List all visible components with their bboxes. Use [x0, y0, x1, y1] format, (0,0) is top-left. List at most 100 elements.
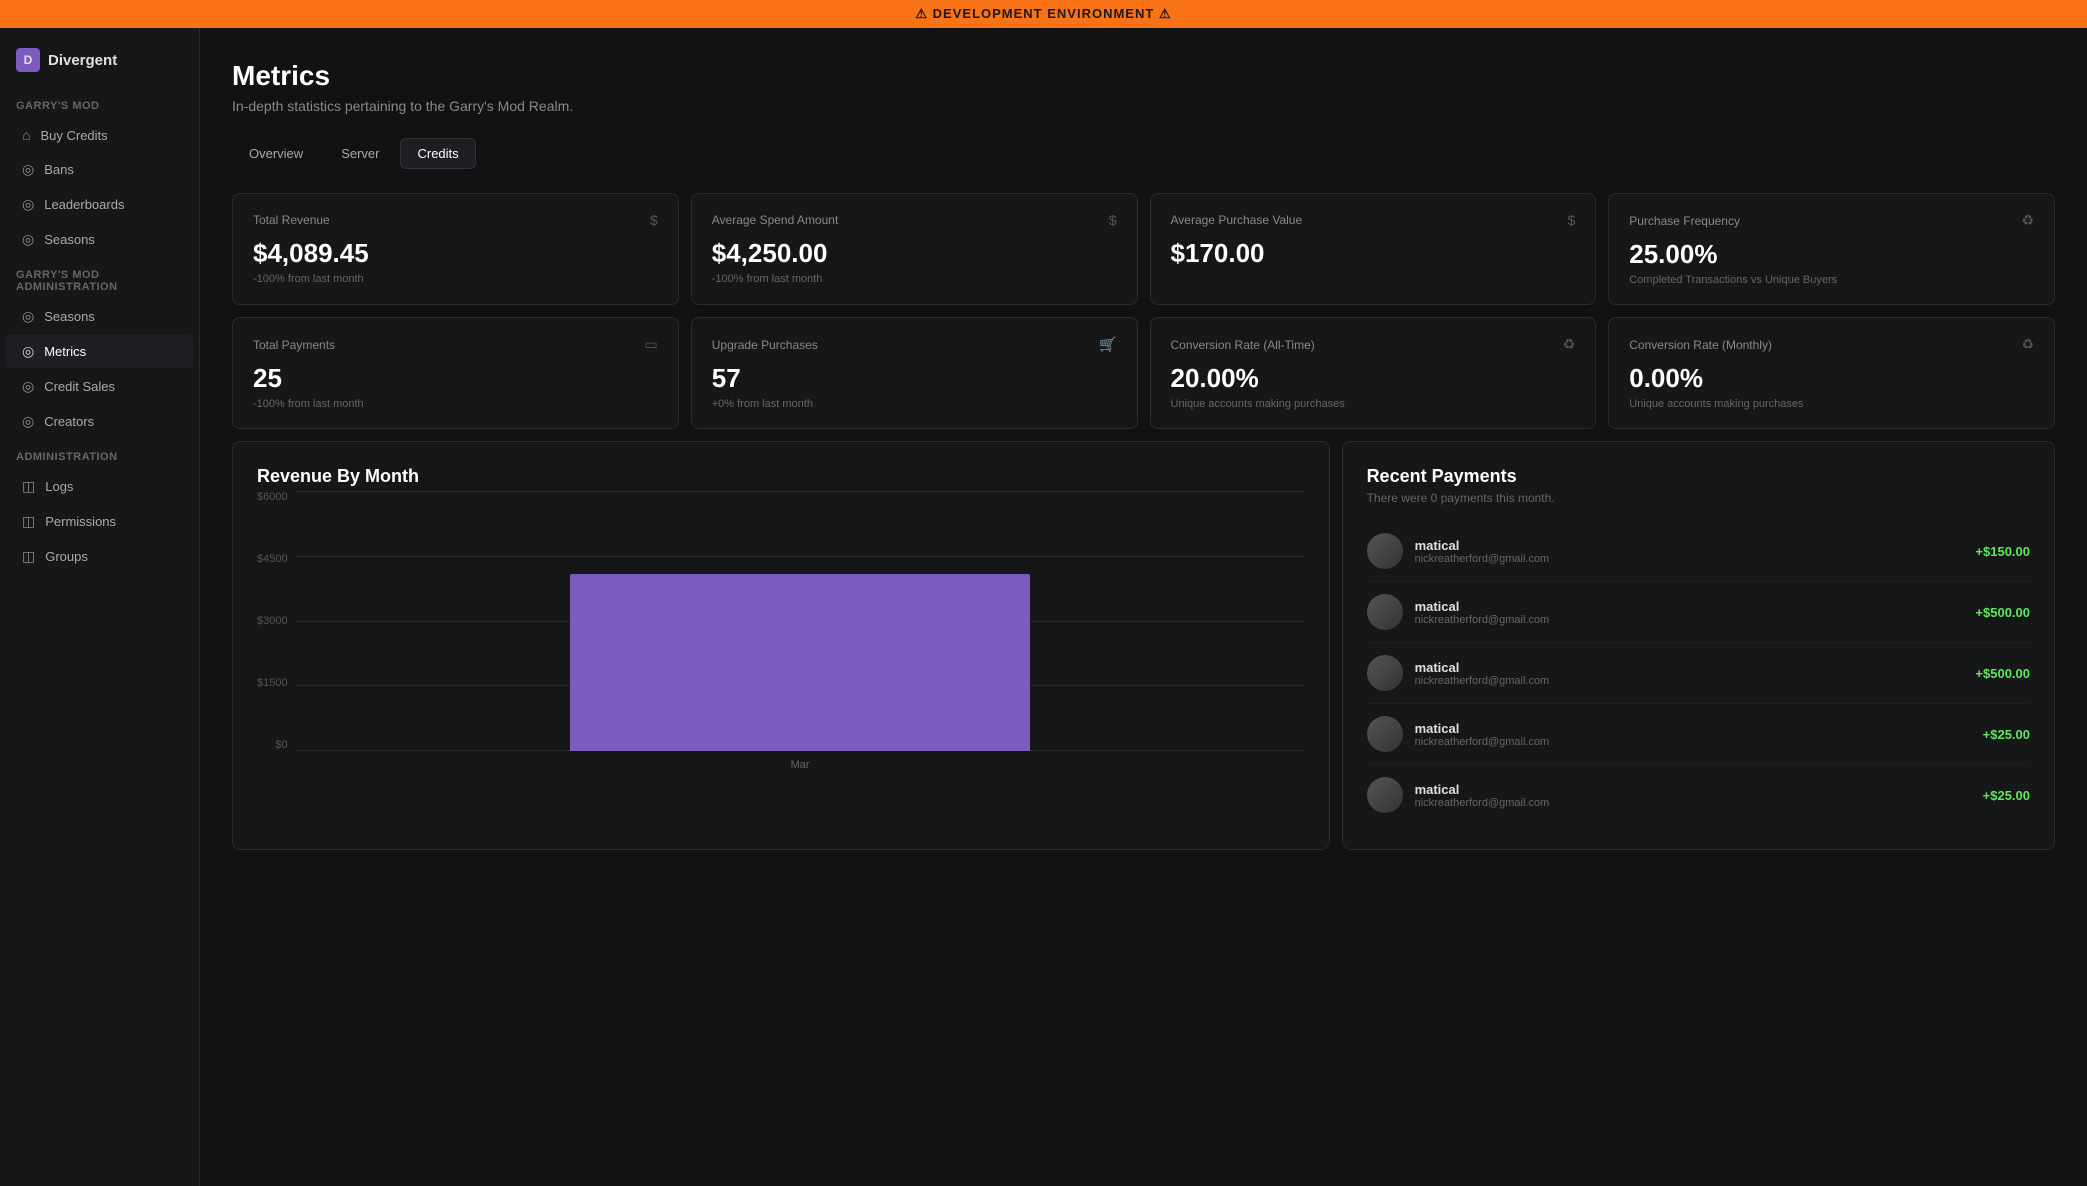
stat-label-upgrade-purchases: Upgrade Purchases	[712, 338, 818, 352]
stats-row-1: Total Revenue $ $4,089.45 -100% from las…	[232, 193, 2055, 305]
stat-total-payments: Total Payments ▭ 25 -100% from last mont…	[232, 317, 679, 429]
sidebar-label-creators: Creators	[44, 414, 94, 429]
sidebar-label-bans: Bans	[44, 162, 74, 177]
payment-item-1: matical nickreatherford@gmail.com +$150.…	[1367, 521, 2030, 582]
avatar-2	[1367, 594, 1403, 630]
stat-change-upgrade-purchases: +0% from last month	[712, 398, 1117, 410]
dollar-icon-1: $	[650, 212, 658, 228]
payment-email-3: nickreatherford@gmail.com	[1415, 675, 1964, 687]
payment-name-4: matical	[1415, 721, 1971, 736]
y-label-0: $0	[257, 739, 288, 751]
stat-label-total-payments: Total Payments	[253, 338, 335, 352]
sidebar-item-buy-credits[interactable]: ⌂ Buy Credits	[6, 119, 193, 151]
groups-icon: ◫	[22, 548, 35, 565]
avatar-3	[1367, 655, 1403, 691]
creators-icon: ◎	[22, 413, 34, 430]
banner-text: ⚠ DEVELOPMENT ENVIRONMENT ⚠	[915, 6, 1171, 22]
cart-icon: 🛒	[1099, 336, 1116, 353]
stat-value-upgrade-purchases: 57	[712, 363, 1117, 394]
payment-info-1: matical nickreatherford@gmail.com	[1415, 538, 1964, 565]
payment-name-1: matical	[1415, 538, 1964, 553]
stat-label-purchase-freq: Purchase Frequency	[1629, 214, 1740, 228]
stat-change-total-payments: -100% from last month	[253, 398, 658, 410]
avatar-5	[1367, 777, 1403, 813]
dev-banner: ⚠ DEVELOPMENT ENVIRONMENT ⚠	[0, 0, 2087, 28]
stat-change-total-revenue: -100% from last month	[253, 273, 658, 285]
payment-email-4: nickreatherford@gmail.com	[1415, 736, 1971, 748]
tab-server[interactable]: Server	[324, 138, 396, 169]
stat-purchase-freq: Purchase Frequency ♻ 25.00% Completed Tr…	[1608, 193, 2055, 305]
brand-label: Divergent	[48, 52, 117, 69]
sidebar-label-credit-sales: Credit Sales	[44, 379, 115, 394]
stat-note-conversion-alltime: Unique accounts making purchases	[1171, 398, 1576, 410]
payments-panel: Recent Payments There were 0 payments th…	[1342, 441, 2055, 850]
payment-item-2: matical nickreatherford@gmail.com +$500.…	[1367, 582, 2030, 643]
sidebar-item-bans[interactable]: ◎ Bans	[6, 153, 193, 186]
stat-total-revenue: Total Revenue $ $4,089.45 -100% from las…	[232, 193, 679, 305]
payment-email-1: nickreatherford@gmail.com	[1415, 553, 1964, 565]
stat-conversion-monthly: Conversion Rate (Monthly) ♻ 0.00% Unique…	[1608, 317, 2055, 429]
payment-item-5: matical nickreatherford@gmail.com +$25.0…	[1367, 765, 2030, 825]
payment-info-4: matical nickreatherford@gmail.com	[1415, 721, 1971, 748]
chart-area: $6000 $4500 $3000 $1500 $0	[257, 491, 1305, 771]
stat-label-conversion-monthly: Conversion Rate (Monthly)	[1629, 338, 1772, 352]
sidebar-item-credit-sales[interactable]: ◎ Credit Sales	[6, 370, 193, 403]
chart-bars-area: Mar	[296, 491, 1305, 771]
bar-mar	[570, 574, 1030, 751]
y-label-3000: $3000	[257, 615, 288, 627]
stat-value-total-payments: 25	[253, 363, 658, 394]
payments-subtitle: There were 0 payments this month.	[1367, 491, 2030, 505]
sidebar-item-groups[interactable]: ◫ Groups	[6, 540, 193, 573]
payment-amount-5: +$25.00	[1983, 788, 2030, 803]
sidebar-item-permissions[interactable]: ◫ Permissions	[6, 505, 193, 538]
seasons-icon: ◎	[22, 231, 34, 248]
payment-amount-1: +$150.00	[1975, 544, 2030, 559]
payment-info-2: matical nickreatherford@gmail.com	[1415, 599, 1964, 626]
sidebar-item-gm-seasons[interactable]: ◎ Seasons	[6, 300, 193, 333]
payment-name-2: matical	[1415, 599, 1964, 614]
sidebar-item-creators[interactable]: ◎ Creators	[6, 405, 193, 438]
stat-note-conversion-monthly: Unique accounts making purchases	[1629, 398, 2034, 410]
section-label-garrysmod: Garry's Mod	[0, 88, 199, 118]
payment-name-3: matical	[1415, 660, 1964, 675]
stat-label-conversion-alltime: Conversion Rate (All-Time)	[1171, 338, 1315, 352]
payment-item-3: matical nickreatherford@gmail.com +$500.…	[1367, 643, 2030, 704]
recycle-icon-2: ♻	[1563, 336, 1576, 353]
payment-amount-3: +$500.00	[1975, 666, 2030, 681]
sidebar-item-logs[interactable]: ◫ Logs	[6, 470, 193, 503]
chart-y-axis: $6000 $4500 $3000 $1500 $0	[257, 491, 288, 771]
page-subtitle: In-depth statistics pertaining to the Ga…	[232, 98, 2055, 114]
stat-value-total-revenue: $4,089.45	[253, 238, 658, 269]
sidebar-label-gm-seasons: Seasons	[44, 309, 95, 324]
sidebar-label-logs: Logs	[45, 479, 73, 494]
dollar-icon-3: $	[1567, 212, 1575, 228]
permissions-icon: ◫	[22, 513, 35, 530]
chart-bars	[296, 491, 1305, 751]
stat-upgrade-purchases: Upgrade Purchases 🛒 57 +0% from last mon…	[691, 317, 1138, 429]
stat-conversion-alltime: Conversion Rate (All-Time) ♻ 20.00% Uniq…	[1150, 317, 1597, 429]
y-label-6000: $6000	[257, 491, 288, 503]
payment-name-5: matical	[1415, 782, 1971, 797]
stat-value-avg-purchase: $170.00	[1171, 238, 1576, 269]
stat-note-purchase-freq: Completed Transactions vs Unique Buyers	[1629, 274, 2034, 286]
sidebar-item-seasons[interactable]: ◎ Seasons	[6, 223, 193, 256]
payment-amount-4: +$25.00	[1983, 727, 2030, 742]
payment-amount-2: +$500.00	[1975, 605, 2030, 620]
chart-title: Revenue By Month	[257, 466, 1305, 487]
stat-avg-purchase: Average Purchase Value $ $170.00	[1150, 193, 1597, 305]
stat-value-purchase-freq: 25.00%	[1629, 239, 2034, 270]
main-content: Metrics In-depth statistics pertaining t…	[200, 28, 2087, 1186]
tab-credits[interactable]: Credits	[400, 138, 475, 169]
payments-title: Recent Payments	[1367, 466, 2030, 487]
brand: D Divergent	[0, 44, 199, 88]
gm-seasons-icon: ◎	[22, 308, 34, 325]
recycle-icon-3: ♻	[2021, 336, 2034, 353]
stat-value-avg-spend: $4,250.00	[712, 238, 1117, 269]
section-label-admin: Administration	[0, 439, 199, 469]
sidebar-label-permissions: Permissions	[45, 514, 116, 529]
tab-overview[interactable]: Overview	[232, 138, 320, 169]
sidebar-item-leaderboards[interactable]: ◎ Leaderboards	[6, 188, 193, 221]
page-title: Metrics	[232, 60, 2055, 92]
recycle-icon-1: ♻	[2021, 212, 2034, 229]
sidebar-item-metrics[interactable]: ◎ Metrics	[6, 335, 193, 368]
